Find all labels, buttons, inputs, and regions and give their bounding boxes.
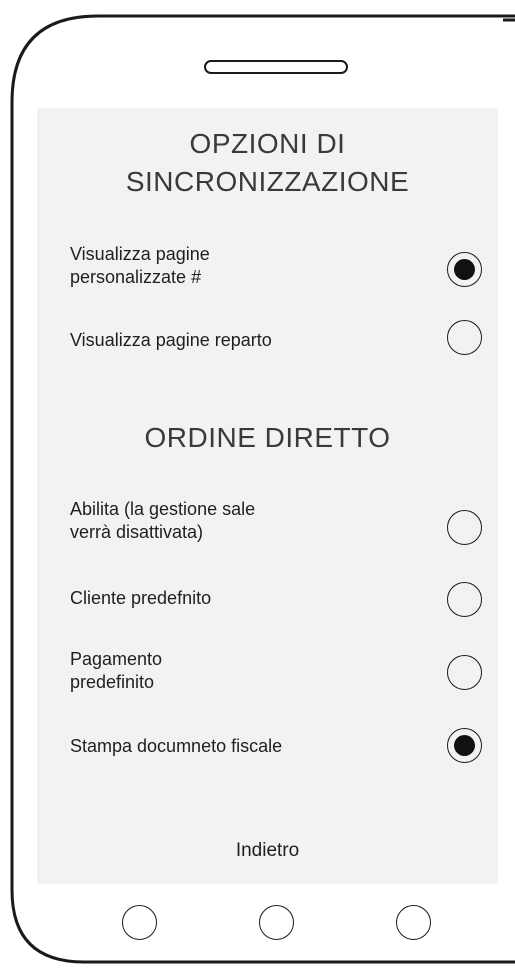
radio-default-payment[interactable] [447, 655, 482, 690]
phone-speaker [204, 60, 348, 74]
option-row-default-payment[interactable]: Pagamento predefinito [70, 648, 482, 702]
radio-custom-pages[interactable] [447, 252, 482, 287]
option-row-enable-direct-order[interactable]: Abilita (la gestione sale verrà disattiv… [70, 498, 482, 552]
option-label: Visualizza pagine reparto [70, 330, 272, 350]
radio-department-pages[interactable] [447, 320, 482, 355]
radio-print-fiscal-document[interactable] [447, 728, 482, 763]
radio-enable-direct-order[interactable] [447, 510, 482, 545]
direct-order-title: ORDINE DIRETTO [144, 422, 391, 453]
option-label: Pagamento predefinito [70, 649, 163, 692]
settings-screen: OPZIONI DI SINCRONIZZAZIONE Visualizza p… [37, 108, 498, 884]
option-label: Visualizza pagine personalizzate # [70, 244, 210, 287]
option-label: Stampa documneto fiscale [70, 736, 283, 756]
option-row-department-pages[interactable]: Visualizza pagine reparto [70, 320, 482, 360]
option-label: Cliente predefnito [70, 588, 212, 608]
option-row-print-fiscal-document[interactable]: Stampa documneto fiscale [70, 727, 482, 767]
nav-recent-hardware-button[interactable] [396, 905, 431, 940]
option-row-custom-pages[interactable]: Visualizza pagine personalizzate # [70, 241, 482, 295]
sync-options-title: OPZIONI DI SINCRONIZZAZIONE [125, 128, 410, 197]
radio-default-customer[interactable] [447, 582, 482, 617]
nav-back-hardware-button[interactable] [122, 905, 157, 940]
option-row-default-customer[interactable]: Cliente predefnito [70, 582, 482, 622]
nav-home-hardware-button[interactable] [259, 905, 294, 940]
option-label: Abilita (la gestione sale verrà disattiv… [70, 499, 256, 542]
back-button[interactable]: Indietro [37, 839, 498, 863]
